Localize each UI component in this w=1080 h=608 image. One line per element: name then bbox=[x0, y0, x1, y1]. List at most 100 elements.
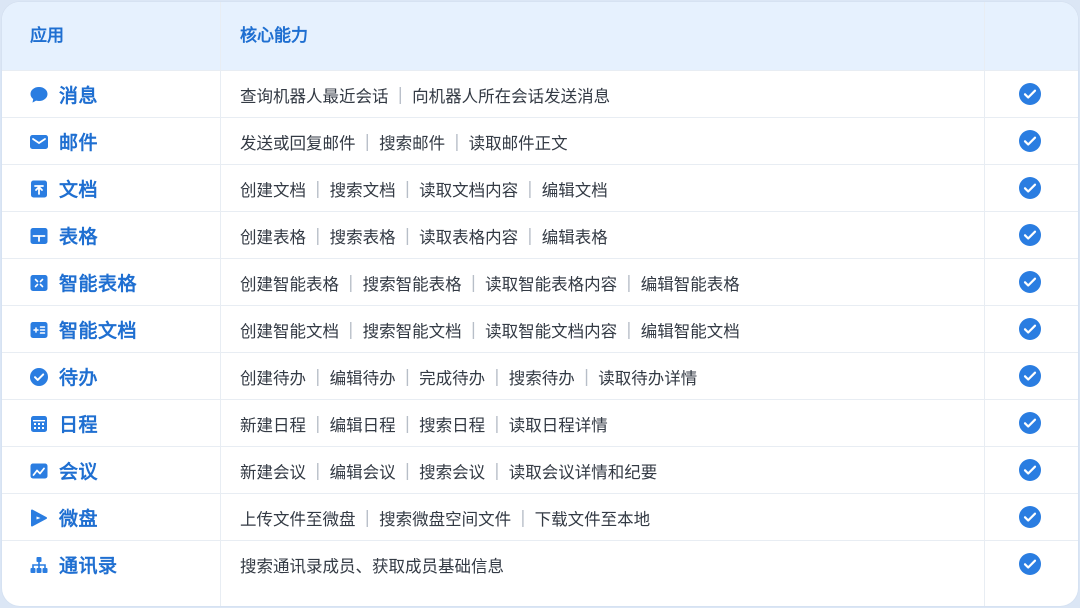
smart-document-icon bbox=[28, 319, 50, 341]
separator: | bbox=[404, 226, 411, 245]
separator: | bbox=[348, 320, 354, 339]
table-row: 微盘 上传文件至微盘 | 搜索微盘空间文件 | 下载文件至本地 bbox=[2, 493, 1078, 540]
separator: | bbox=[364, 132, 371, 151]
separator: | bbox=[404, 461, 411, 480]
table-row: 待办 创建待办 | 编辑待办 | 完成待办 | 搜索待办 | 读取待办详情 bbox=[2, 352, 1078, 399]
table-row: 文档 创建文档 | 搜索文档 | 读取文档内容 | 编辑文档 bbox=[2, 164, 1078, 211]
capability-item: 查询机器人最近会话 bbox=[240, 86, 389, 106]
capability-item: 读取智能表格内容 bbox=[485, 274, 618, 294]
capability-item: 读取邮件正文 bbox=[468, 133, 568, 153]
app-name: 会议 bbox=[59, 461, 99, 483]
separator: | bbox=[470, 273, 477, 292]
app-name: 微盘 bbox=[59, 508, 99, 530]
capability-item: 编辑智能文档 bbox=[640, 321, 740, 341]
separator: | bbox=[454, 132, 460, 151]
capability-item: 读取表格内容 bbox=[419, 227, 519, 247]
separator: | bbox=[470, 320, 477, 339]
supported-check-icon bbox=[1018, 317, 1042, 341]
supported-check-icon bbox=[1018, 270, 1042, 294]
table-row: 会议 新建会议 | 编辑会议 | 搜索会议 | 读取会议详情和纪要 bbox=[2, 446, 1078, 493]
separator: | bbox=[527, 226, 533, 245]
supported-check-icon bbox=[1018, 411, 1042, 435]
separator: | bbox=[315, 226, 321, 245]
app-name: 消息 bbox=[59, 85, 99, 107]
capability-item: 搜索智能表格 bbox=[362, 274, 462, 294]
app-cell: 智能表格 bbox=[28, 259, 137, 306]
separator: | bbox=[397, 85, 404, 104]
todo-check-icon bbox=[28, 366, 50, 388]
separator: | bbox=[315, 179, 321, 198]
separator: | bbox=[315, 414, 321, 433]
capability-item: 读取日程详情 bbox=[508, 415, 608, 435]
capability-item: 完成待办 bbox=[419, 368, 486, 388]
document-icon bbox=[28, 178, 50, 200]
capability-table: 应用 核心能力 消息 查询机器人最近会话 | 向机器人所在会话发送消息 邮件 发送或回复邮… bbox=[2, 2, 1078, 606]
header-app: 应用 bbox=[30, 26, 64, 46]
capability-item: 搜索邮件 bbox=[379, 133, 446, 153]
capability-cell: 查询机器人最近会话 | 向机器人所在会话发送消息 bbox=[240, 71, 610, 118]
table-icon bbox=[28, 225, 50, 247]
capability-item: 创建智能文档 bbox=[240, 321, 339, 341]
capability-item: 创建智能表格 bbox=[240, 274, 339, 294]
capability-item: 新建日程 bbox=[240, 415, 306, 435]
app-cell: 邮件 bbox=[28, 118, 98, 165]
capability-item: 搜索日程 bbox=[419, 415, 486, 435]
capability-item: 创建表格 bbox=[240, 227, 306, 247]
app-name: 邮件 bbox=[59, 132, 99, 154]
app-cell: 待办 bbox=[28, 353, 98, 400]
capability-item: 搜索智能文档 bbox=[362, 321, 462, 341]
capability-item: 编辑会议 bbox=[329, 462, 396, 482]
meeting-icon bbox=[28, 460, 50, 482]
capability-item: 编辑智能表格 bbox=[640, 274, 740, 294]
capability-cell: 创建智能表格 | 搜索智能表格 | 读取智能表格内容 | 编辑智能表格 bbox=[240, 259, 740, 306]
drive-icon bbox=[28, 507, 50, 529]
capability-item: 搜索待办 bbox=[508, 368, 575, 388]
mail-icon bbox=[28, 131, 50, 153]
app-cell: 微盘 bbox=[28, 494, 98, 541]
capability-cell: 创建文档 | 搜索文档 | 读取文档内容 | 编辑文档 bbox=[240, 165, 608, 212]
app-cell: 通讯录 bbox=[28, 541, 118, 588]
capability-item: 读取会议详情和纪要 bbox=[508, 462, 658, 482]
capability-item: 上传文件至微盘 bbox=[240, 509, 356, 529]
capability-item: 搜索表格 bbox=[329, 227, 396, 247]
separator: | bbox=[520, 508, 526, 527]
capability-cell: 上传文件至微盘 | 搜索微盘空间文件 | 下载文件至本地 bbox=[240, 494, 650, 541]
separator: | bbox=[583, 367, 590, 386]
capability-item: 编辑待办 bbox=[329, 368, 396, 388]
table-header: 应用 核心能力 bbox=[2, 2, 1078, 70]
separator: | bbox=[494, 367, 500, 386]
app-name: 日程 bbox=[59, 414, 99, 436]
capability-cell: 搜索通讯录成员、获取成员基础信息 bbox=[240, 541, 504, 588]
capability-cell: 创建表格 | 搜索表格 | 读取表格内容 | 编辑表格 bbox=[240, 212, 608, 259]
table-row: 消息 查询机器人最近会话 | 向机器人所在会话发送消息 bbox=[2, 70, 1078, 117]
calendar-icon bbox=[28, 413, 50, 435]
chat-bubble-icon bbox=[28, 84, 50, 106]
app-cell: 表格 bbox=[28, 212, 98, 259]
capability-cell: 新建日程 | 编辑日程 | 搜索日程 | 读取日程详情 bbox=[240, 400, 608, 447]
capability-item: 读取文档内容 bbox=[419, 180, 519, 200]
table-row: 智能表格 创建智能表格 | 搜索智能表格 | 读取智能表格内容 | 编辑智能表格 bbox=[2, 258, 1078, 305]
separator: | bbox=[626, 273, 632, 292]
separator: | bbox=[404, 367, 411, 386]
supported-check-icon bbox=[1018, 129, 1042, 153]
capability-cell: 发送或回复邮件 | 搜索邮件 | 读取邮件正文 bbox=[240, 118, 568, 165]
supported-check-icon bbox=[1018, 458, 1042, 482]
capability-item: 搜索通讯录成员、获取成员基础信息 bbox=[240, 556, 504, 576]
header-capability: 核心能力 bbox=[240, 26, 308, 46]
capability-item: 创建文档 bbox=[240, 180, 306, 200]
app-name: 智能文档 bbox=[59, 320, 138, 342]
app-cell: 智能文档 bbox=[28, 306, 137, 353]
capability-item: 新建会议 bbox=[240, 462, 306, 482]
app-name: 智能表格 bbox=[59, 273, 138, 295]
separator: | bbox=[315, 367, 321, 386]
table-row: 智能文档 创建智能文档 | 搜索智能文档 | 读取智能文档内容 | 编辑智能文档 bbox=[2, 305, 1078, 352]
separator: | bbox=[404, 414, 411, 433]
app-cell: 会议 bbox=[28, 447, 98, 494]
separator: | bbox=[364, 508, 371, 527]
supported-check-icon bbox=[1018, 552, 1042, 576]
capability-cell: 创建待办 | 编辑待办 | 完成待办 | 搜索待办 | 读取待办详情 bbox=[240, 353, 697, 400]
app-name: 通讯录 bbox=[59, 555, 118, 577]
capability-item: 搜索微盘空间文件 bbox=[379, 509, 512, 529]
separator: | bbox=[494, 461, 500, 480]
supported-check-icon bbox=[1018, 505, 1042, 529]
